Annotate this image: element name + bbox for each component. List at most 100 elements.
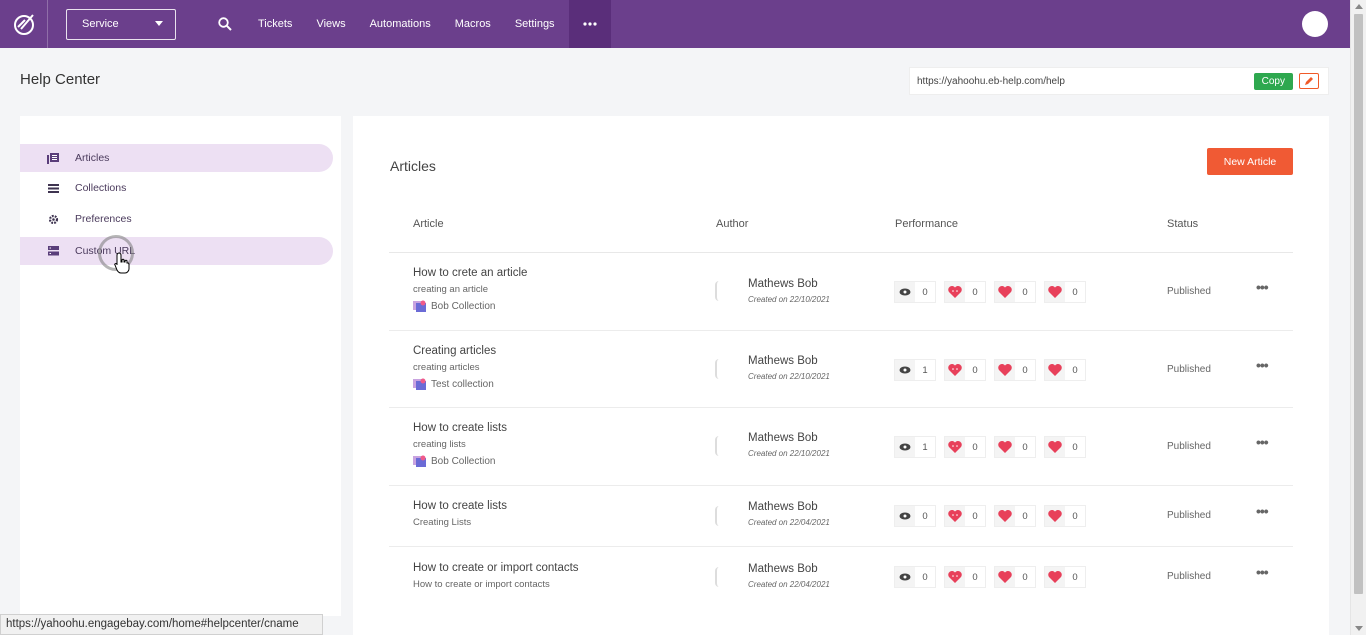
views-count: 0 <box>922 571 928 583</box>
author-avatar <box>715 567 733 587</box>
nav-views[interactable]: Views <box>316 18 345 30</box>
created-date: Created on 22/04/2021 <box>748 580 830 589</box>
performance-metrics: 0 0 0 0 <box>894 505 1094 527</box>
status-text: Published <box>1167 441 1211 452</box>
nav-settings[interactable]: Settings <box>515 18 555 30</box>
scroll-down-arrow-icon[interactable] <box>1355 626 1363 631</box>
row-actions-icon[interactable]: ••• <box>1256 564 1269 580</box>
row-actions-icon[interactable]: ••• <box>1256 279 1269 295</box>
created-date: Created on 22/10/2021 <box>748 372 830 381</box>
service-dropdown[interactable]: Service <box>66 8 176 40</box>
sad-count: 0 <box>1072 510 1078 522</box>
eye-icon <box>895 282 915 302</box>
eye-icon <box>895 567 915 587</box>
author-avatar <box>715 359 733 379</box>
more-menu-button[interactable] <box>568 0 611 48</box>
author-name: Mathews Bob <box>748 432 818 444</box>
nav-tickets[interactable]: Tickets <box>258 18 292 30</box>
sad-count: 0 <box>1072 441 1078 453</box>
article-subtitle: creating lists <box>413 439 466 450</box>
article-title[interactable]: How to crete an article <box>413 267 527 279</box>
logo-icon[interactable] <box>0 0 48 48</box>
edit-url-button[interactable] <box>1299 73 1319 89</box>
sad-count: 0 <box>1072 364 1078 376</box>
article-collection: Bob Collection <box>413 300 527 312</box>
happy-heart-icon <box>945 567 965 587</box>
hand-cursor-icon <box>114 252 130 279</box>
help-url-box: https://yahoohu.eb-help.com/help Copy <box>909 67 1329 95</box>
nav-macros[interactable]: Macros <box>455 18 491 30</box>
page-scrollbar[interactable] <box>1350 0 1366 635</box>
header-article: Article <box>413 218 444 230</box>
eye-icon <box>895 506 915 526</box>
created-date: Created on 22/10/2021 <box>748 295 830 304</box>
nav-automations[interactable]: Automations <box>370 18 431 30</box>
author-avatar <box>715 281 733 301</box>
scroll-up-arrow-icon[interactable] <box>1355 4 1363 9</box>
table-row[interactable]: How to crete an article creating an arti… <box>389 253 1293 331</box>
sad-heart-icon <box>1045 506 1065 526</box>
views-count: 0 <box>922 286 928 298</box>
page-title: Help Center <box>20 71 101 88</box>
neutral-heart-icon <box>995 567 1015 587</box>
articles-title: Articles <box>390 158 436 174</box>
author-avatar <box>715 436 733 456</box>
sad-heart-icon <box>1045 567 1065 587</box>
chevron-down-icon <box>155 18 163 30</box>
top-navbar: Service Tickets Views Automations Macros… <box>0 0 1350 48</box>
articles-panel: Articles New Article Article Author Perf… <box>353 116 1329 635</box>
row-actions-icon[interactable]: ••• <box>1256 357 1269 373</box>
neutral-count: 0 <box>1022 364 1028 376</box>
search-icon[interactable] <box>214 13 236 35</box>
table-row[interactable]: Creating articles creating articles Test… <box>389 331 1293 408</box>
service-dropdown-label: Service <box>82 18 119 30</box>
browser-status-url: https://yahoohu.engagebay.com/home#helpc… <box>0 614 323 635</box>
copy-button[interactable]: Copy <box>1253 72 1293 90</box>
article-title[interactable]: How to create or import contacts <box>413 562 579 574</box>
sad-heart-icon <box>1045 360 1065 380</box>
row-actions-icon[interactable]: ••• <box>1256 434 1269 450</box>
sidebar-item-preferences[interactable]: Preferences <box>20 205 333 233</box>
sidebar-item-articles[interactable]: Articles <box>20 144 333 172</box>
performance-metrics: 0 0 0 0 <box>894 566 1094 588</box>
happy-count: 0 <box>972 571 978 583</box>
ellipsis-icon <box>582 22 597 26</box>
row-actions-icon[interactable]: ••• <box>1256 503 1269 519</box>
new-article-button[interactable]: New Article <box>1207 148 1293 175</box>
table-row[interactable]: How to create or import contacts How to … <box>389 547 1293 608</box>
pencil-icon <box>1305 77 1313 85</box>
happy-count: 0 <box>972 510 978 522</box>
table-row[interactable]: How to create lists creating lists Bob C… <box>389 408 1293 486</box>
neutral-count: 0 <box>1022 571 1028 583</box>
article-title[interactable]: How to create lists <box>413 500 507 512</box>
header-performance: Performance <box>895 218 958 230</box>
neutral-count: 0 <box>1022 286 1028 298</box>
gear-icon <box>47 213 59 225</box>
article-subtitle: Creating Lists <box>413 517 472 528</box>
table-row[interactable]: How to create lists Creating Lists Mathe… <box>389 486 1293 547</box>
scroll-thumb[interactable] <box>1354 14 1363 594</box>
sidebar-item-collections[interactable]: Collections <box>20 174 333 202</box>
nav-links: Tickets Views Automations Macros Setting… <box>258 0 579 48</box>
created-date: Created on 22/10/2021 <box>748 449 830 458</box>
author-name: Mathews Bob <box>748 563 818 575</box>
author-name: Mathews Bob <box>748 355 818 367</box>
article-title[interactable]: How to create lists <box>413 422 507 434</box>
article-title[interactable]: Creating articles <box>413 345 496 357</box>
collection-icon <box>413 455 426 467</box>
performance-metrics: 1 0 0 0 <box>894 436 1094 458</box>
article-collection: Test collection <box>413 378 496 390</box>
views-count: 1 <box>922 364 928 376</box>
status-text: Published <box>1167 364 1211 375</box>
sad-count: 0 <box>1072 571 1078 583</box>
status-text: Published <box>1167 571 1211 582</box>
status-text: Published <box>1167 286 1211 297</box>
user-avatar[interactable] <box>1302 11 1328 37</box>
created-date: Created on 22/04/2021 <box>748 518 830 527</box>
neutral-count: 0 <box>1022 441 1028 453</box>
help-center-sidebar: Articles Collections Preferences Custom … <box>20 116 341 616</box>
sidebar-item-label: Collections <box>75 182 127 194</box>
header-author: Author <box>716 218 749 230</box>
views-count: 1 <box>922 441 928 453</box>
sidebar-item-custom-url[interactable]: Custom URL <box>20 237 333 265</box>
